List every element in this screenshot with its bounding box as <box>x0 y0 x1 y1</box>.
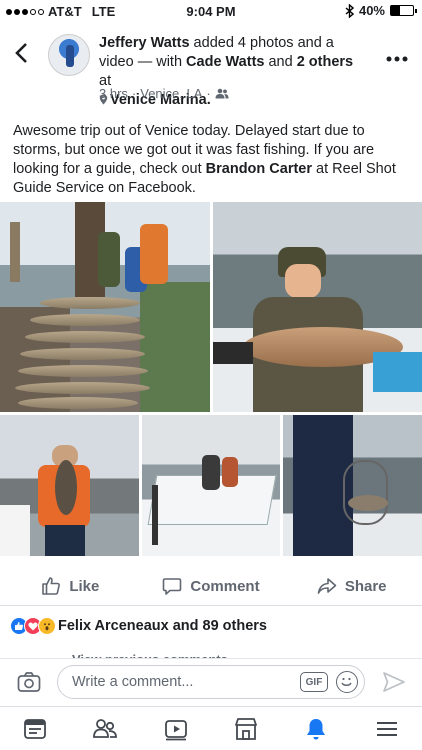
tab-menu[interactable] <box>352 707 422 750</box>
share-button[interactable]: Share <box>281 568 422 604</box>
ellipsis-icon <box>386 56 408 62</box>
hamburger-menu-icon <box>376 721 397 736</box>
timestamp[interactable]: 3 hrs <box>99 86 128 101</box>
send-button[interactable] <box>382 671 406 693</box>
photo-man-with-fish[interactable] <box>0 415 139 556</box>
battery-percent: 40% <box>358 3 385 18</box>
reactions-summary[interactable]: Felix Arceneaux and 89 others <box>10 614 267 638</box>
thumbs-up-icon <box>42 577 61 595</box>
comment-button[interactable]: Comment <box>141 568 282 604</box>
comment-input[interactable] <box>72 674 272 690</box>
sticker-button[interactable] <box>336 671 358 693</box>
tab-notifications[interactable] <box>281 707 351 750</box>
comment-label: Comment <box>190 577 260 595</box>
post-body: Awesome trip out of Venice today. Delaye… <box>13 122 411 198</box>
author-name[interactable]: Jeffery Watts <box>99 35 190 51</box>
photo-grid <box>0 202 422 556</box>
wow-reaction-icon <box>38 617 56 635</box>
post-header: Jeffery Watts added 4 photos and a video… <box>0 30 422 110</box>
photo-boy-with-redfish[interactable] <box>213 202 422 412</box>
smiley-icon <box>341 677 352 686</box>
like-button[interactable]: Like <box>0 568 141 604</box>
friends-audience-icon <box>215 88 229 99</box>
photo-dock-fish-catch[interactable] <box>0 202 210 412</box>
tab-watch[interactable] <box>141 707 211 750</box>
battery-info: 40% <box>345 3 417 18</box>
back-button[interactable] <box>14 42 28 65</box>
bluetooth-icon <box>345 3 354 18</box>
send-arrow-icon <box>383 672 405 692</box>
more-options-button[interactable] <box>386 42 408 68</box>
meta-separator: · <box>131 86 137 101</box>
comment-bubble-icon <box>163 578 182 595</box>
post-actions: Like Comment Share <box>0 568 422 604</box>
camera-button[interactable] <box>17 671 41 693</box>
news-feed-icon <box>24 718 47 739</box>
reactions-text: Felix Arceneaux and 89 others <box>58 618 267 634</box>
reaction-icons <box>10 617 56 635</box>
photo-boat[interactable] <box>142 415 280 556</box>
tab-friends[interactable] <box>70 707 140 750</box>
marketplace-icon <box>235 717 258 740</box>
gif-button[interactable]: GIF <box>300 672 328 692</box>
post-meta: 3 hrs · Venice, LA · <box>99 86 229 101</box>
battery-icon <box>390 5 417 16</box>
divider <box>0 605 422 606</box>
tagged-others-link[interactable]: 2 others <box>297 54 353 70</box>
notification-bell-icon <box>307 718 326 739</box>
friends-icon <box>93 718 118 738</box>
status-bar: AT&T LTE 9:04 PM 40% <box>0 0 422 22</box>
tab-news-feed[interactable] <box>0 707 70 750</box>
like-label: Like <box>69 577 100 595</box>
photo-net-catch[interactable] <box>283 415 422 556</box>
watch-video-icon <box>164 719 187 740</box>
bottom-tab-bar <box>0 706 422 750</box>
share-arrow-icon <box>317 578 337 594</box>
chevron-left-icon <box>15 43 27 63</box>
tagged-person[interactable]: Cade Watts <box>186 54 264 70</box>
comment-composer: GIF <box>0 658 422 706</box>
avatar[interactable] <box>48 34 90 76</box>
share-label: Share <box>344 577 387 595</box>
place-name: Venice, LA <box>140 86 203 101</box>
meta-separator-2: · <box>206 86 211 101</box>
comment-field[interactable]: GIF <box>57 665 365 699</box>
tab-marketplace[interactable] <box>211 707 281 750</box>
headline-and: and <box>264 54 297 70</box>
mention-link[interactable]: Brandon Carter <box>206 161 312 177</box>
camera-icon <box>17 672 41 692</box>
